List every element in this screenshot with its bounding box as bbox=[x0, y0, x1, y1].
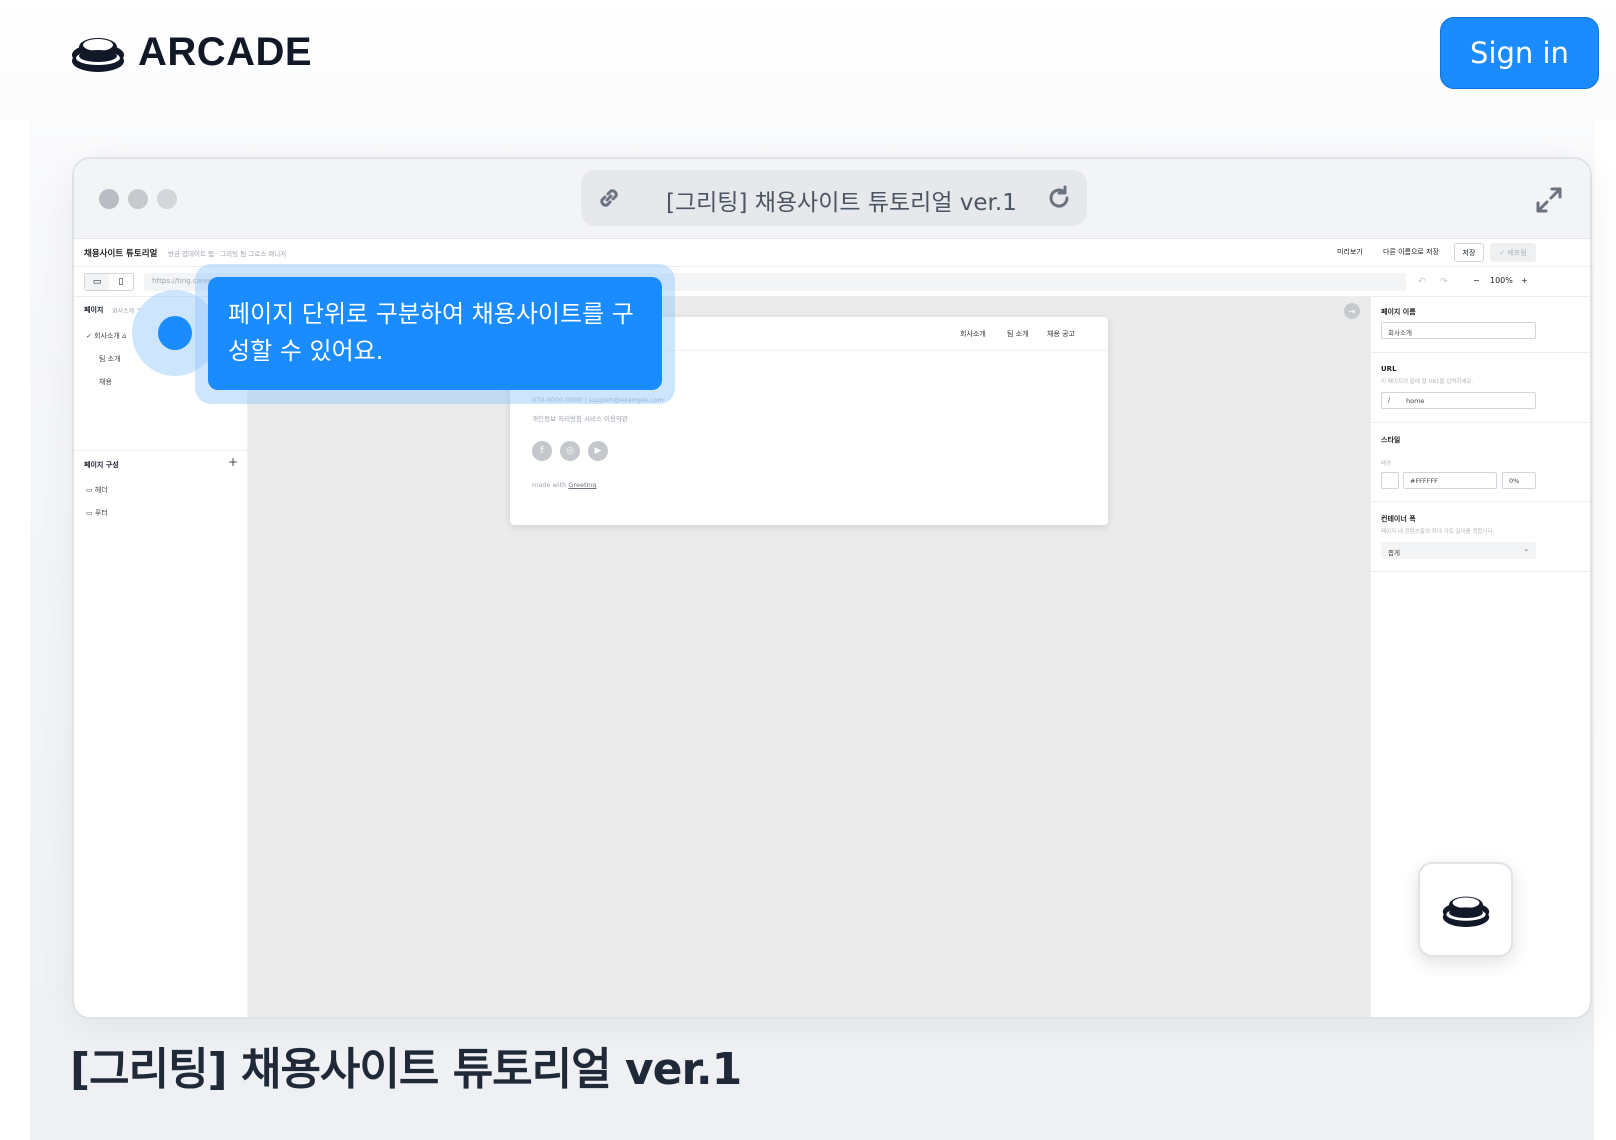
url-field[interactable]: / home bbox=[1381, 392, 1536, 409]
youtube-icon[interactable]: ▶ bbox=[588, 441, 608, 461]
preview-button[interactable]: 미리보기 bbox=[1337, 247, 1363, 257]
collapse-panel-icon[interactable]: ⇥ bbox=[1344, 303, 1360, 319]
container-hint: 페이지 내 콘텐츠들의 최대 가로 길이를 정합니다. bbox=[1381, 529, 1495, 535]
desktop-icon[interactable]: ▭ bbox=[85, 274, 109, 290]
window-dot-icon bbox=[157, 189, 177, 209]
pages-heading: 페이지 bbox=[84, 306, 104, 314]
preview-nav-item[interactable]: 채용 공고 bbox=[1047, 329, 1075, 339]
editor-canvas: 회사소개 팀 소개 채용 공고 070-0000-0000 | support@… bbox=[248, 297, 1370, 1017]
arcade-badge-button[interactable] bbox=[1418, 862, 1513, 957]
instagram-icon[interactable]: ◎ bbox=[560, 441, 580, 461]
divider bbox=[74, 450, 248, 451]
divider bbox=[1371, 422, 1590, 423]
divider bbox=[1371, 571, 1590, 572]
add-section-button[interactable]: + bbox=[228, 455, 238, 469]
url-label: URL bbox=[1381, 365, 1397, 373]
address-bar[interactable]: [그리팅] 채용사이트 튜토리얼 ver.1 bbox=[581, 170, 1087, 226]
page-item[interactable]: ✓ 회사소개 ⌂ bbox=[86, 331, 127, 341]
expand-icon[interactable] bbox=[1534, 185, 1564, 215]
url-value: home bbox=[1406, 397, 1425, 405]
bg-color-field[interactable]: #FFFFFF bbox=[1403, 472, 1497, 489]
save-button[interactable]: 저장 bbox=[1454, 243, 1484, 262]
made-with: made with Greeting bbox=[532, 481, 597, 489]
facebook-icon[interactable]: f bbox=[532, 441, 552, 461]
style-label: 스타일 bbox=[1381, 436, 1401, 444]
mobile-icon[interactable]: ▯ bbox=[109, 274, 133, 290]
chevron-down-icon: ⌄ bbox=[1523, 545, 1529, 553]
demo-title: [그리팅] 채용사이트 튜토리얼 ver.1 bbox=[70, 1044, 742, 1095]
reload-icon[interactable] bbox=[1045, 184, 1073, 212]
page-item[interactable]: 팀 소개 bbox=[99, 354, 121, 364]
arcade-button-icon bbox=[1442, 896, 1489, 927]
page-item[interactable]: 채용 bbox=[99, 377, 112, 387]
page-name-field[interactable]: 회사소개 bbox=[1381, 322, 1536, 339]
sign-in-button[interactable]: Sign in bbox=[1440, 17, 1599, 89]
url-hint: 이 페이지의 끝에 될 URL을 입력하세요. bbox=[1381, 379, 1474, 385]
right-margin bbox=[1594, 120, 1616, 1140]
arcade-logo[interactable]: ARCADE bbox=[70, 30, 312, 75]
container-label: 컨테이너 폭 bbox=[1381, 515, 1416, 523]
publish-button[interactable]: ✓ 배포됨 bbox=[1490, 243, 1536, 262]
bg-opacity-field[interactable]: 0% bbox=[1502, 472, 1536, 489]
redo-icon[interactable]: ↷ bbox=[1440, 277, 1448, 287]
greeting-link[interactable]: Greeting bbox=[568, 481, 596, 489]
bg-color-swatch[interactable] bbox=[1381, 472, 1399, 489]
preview-policy-links[interactable]: 개인정보 처리방침 서비스 이용약관 bbox=[532, 413, 628, 423]
link-icon[interactable] bbox=[595, 184, 623, 212]
app-title: 채용사이트 튜토리얼 bbox=[84, 249, 158, 259]
window-dot-icon bbox=[128, 189, 148, 209]
container-width-select[interactable]: 좁게 ⌄ bbox=[1381, 542, 1536, 559]
divider bbox=[1371, 501, 1590, 502]
zoom-level: 100% bbox=[1490, 276, 1513, 285]
browser-title: [그리팅] 채용사이트 튜토리얼 ver.1 bbox=[666, 190, 1017, 216]
zoom-out-button[interactable]: − bbox=[1473, 276, 1480, 285]
brand-name: ARCADE bbox=[138, 30, 313, 74]
section-item-footer[interactable]: ▭ 푸터 bbox=[86, 508, 108, 518]
page-name-label: 페이지 이름 bbox=[1381, 308, 1416, 316]
bg-label: 배경 bbox=[1381, 461, 1392, 467]
save-as-button[interactable]: 다른 이름으로 저장 bbox=[1383, 247, 1439, 257]
window-dot-icon bbox=[99, 189, 119, 209]
container-value: 좁게 bbox=[1388, 549, 1400, 557]
preview-nav-item[interactable]: 팀 소개 bbox=[1007, 329, 1029, 339]
left-margin bbox=[0, 120, 30, 1140]
app-breadcrumb: 방금 업데이트 됨 · 그리팅 팀 그로스 매니저 bbox=[168, 250, 287, 258]
preview-nav-item[interactable]: 회사소개 bbox=[960, 329, 986, 339]
arcade-button-icon bbox=[72, 37, 124, 72]
device-toggle[interactable]: ▭ ▯ bbox=[84, 273, 134, 291]
app-top-bar: 채용사이트 튜토리얼 방금 업데이트 됨 · 그리팅 팀 그로스 매니저 미리보… bbox=[74, 239, 1590, 267]
divider bbox=[1371, 352, 1590, 353]
undo-icon[interactable]: ↶ bbox=[1418, 277, 1426, 287]
browser-chrome: [그리팅] 채용사이트 튜토리얼 ver.1 bbox=[74, 159, 1590, 239]
tutorial-tooltip: 페이지 단위로 구분하여 채용사이트를 구성할 수 있어요. bbox=[208, 277, 662, 390]
hotspot[interactable] bbox=[158, 316, 192, 350]
url-prefix: / bbox=[1388, 396, 1391, 404]
pages-panel: 페이지 회사소개 ^ ✓ 회사소개 ⌂ 팀 소개 채용 페이지 구성 + ▭ 헤… bbox=[74, 297, 248, 1017]
composition-heading: 페이지 구성 bbox=[84, 461, 119, 469]
section-item-header[interactable]: ▭ 헤더 bbox=[86, 485, 108, 495]
zoom-in-button[interactable]: + bbox=[1521, 276, 1528, 285]
